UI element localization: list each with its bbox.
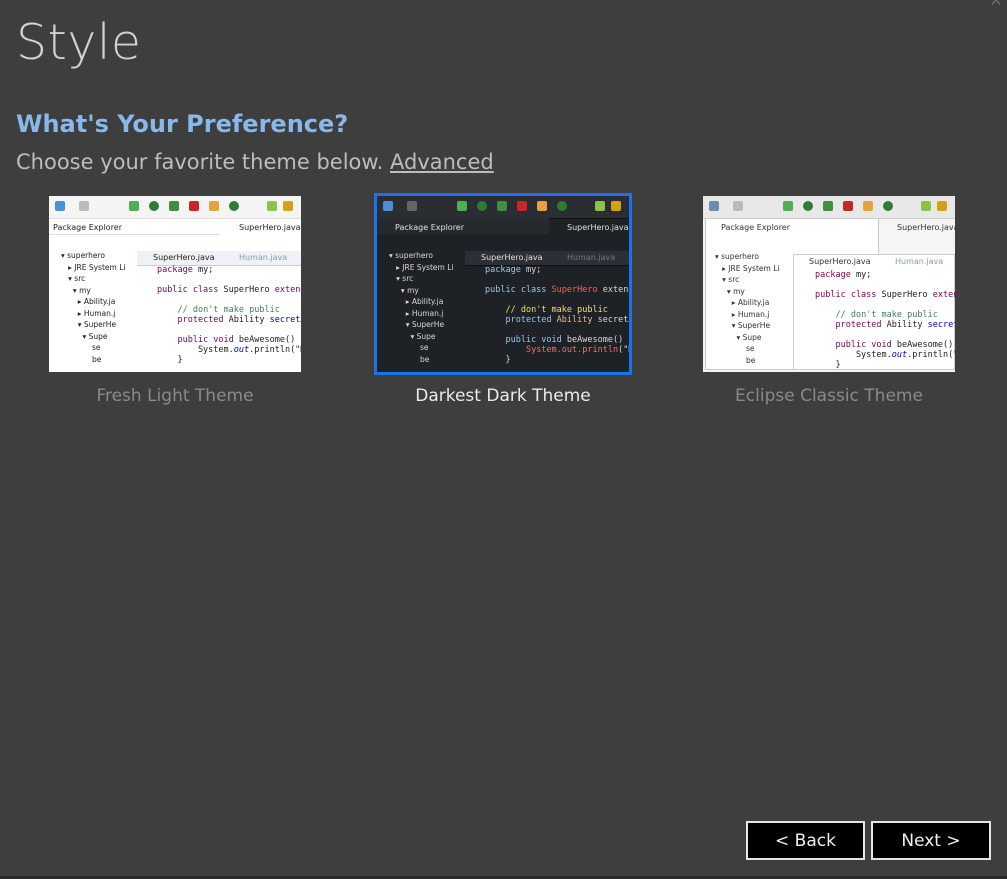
theme-label: Darkest Dark Theme [415,386,591,406]
advanced-link[interactable]: Advanced [390,150,494,174]
close-icon[interactable]: ✕ [989,0,1003,9]
next-button[interactable]: Next > [871,821,991,860]
theme-option-eclipse-classic[interactable]: Package Explorer SuperHero.java SuperHer… [703,196,955,406]
preference-heading: What's Your Preference? [16,110,349,138]
page-title: Style [16,14,142,71]
fresh-light-preview: Package Explorer SuperHero.java SuperHer… [49,196,301,372]
darkest-dark-preview: Package Explorer SuperHero.java SuperHer… [374,193,632,375]
instruction-text: Choose your favorite theme below. Advanc… [16,150,494,174]
theme-label: Eclipse Classic Theme [735,386,923,406]
eclipse-classic-preview: Package Explorer SuperHero.java SuperHer… [703,196,955,372]
theme-option-darkest-dark[interactable]: Package Explorer SuperHero.java SuperHer… [374,193,632,406]
theme-option-fresh-light[interactable]: Package Explorer SuperHero.java SuperHer… [49,196,301,406]
theme-label: Fresh Light Theme [96,386,254,406]
instruction-label: Choose your favorite theme below. [16,150,384,174]
back-button[interactable]: < Back [746,821,865,860]
